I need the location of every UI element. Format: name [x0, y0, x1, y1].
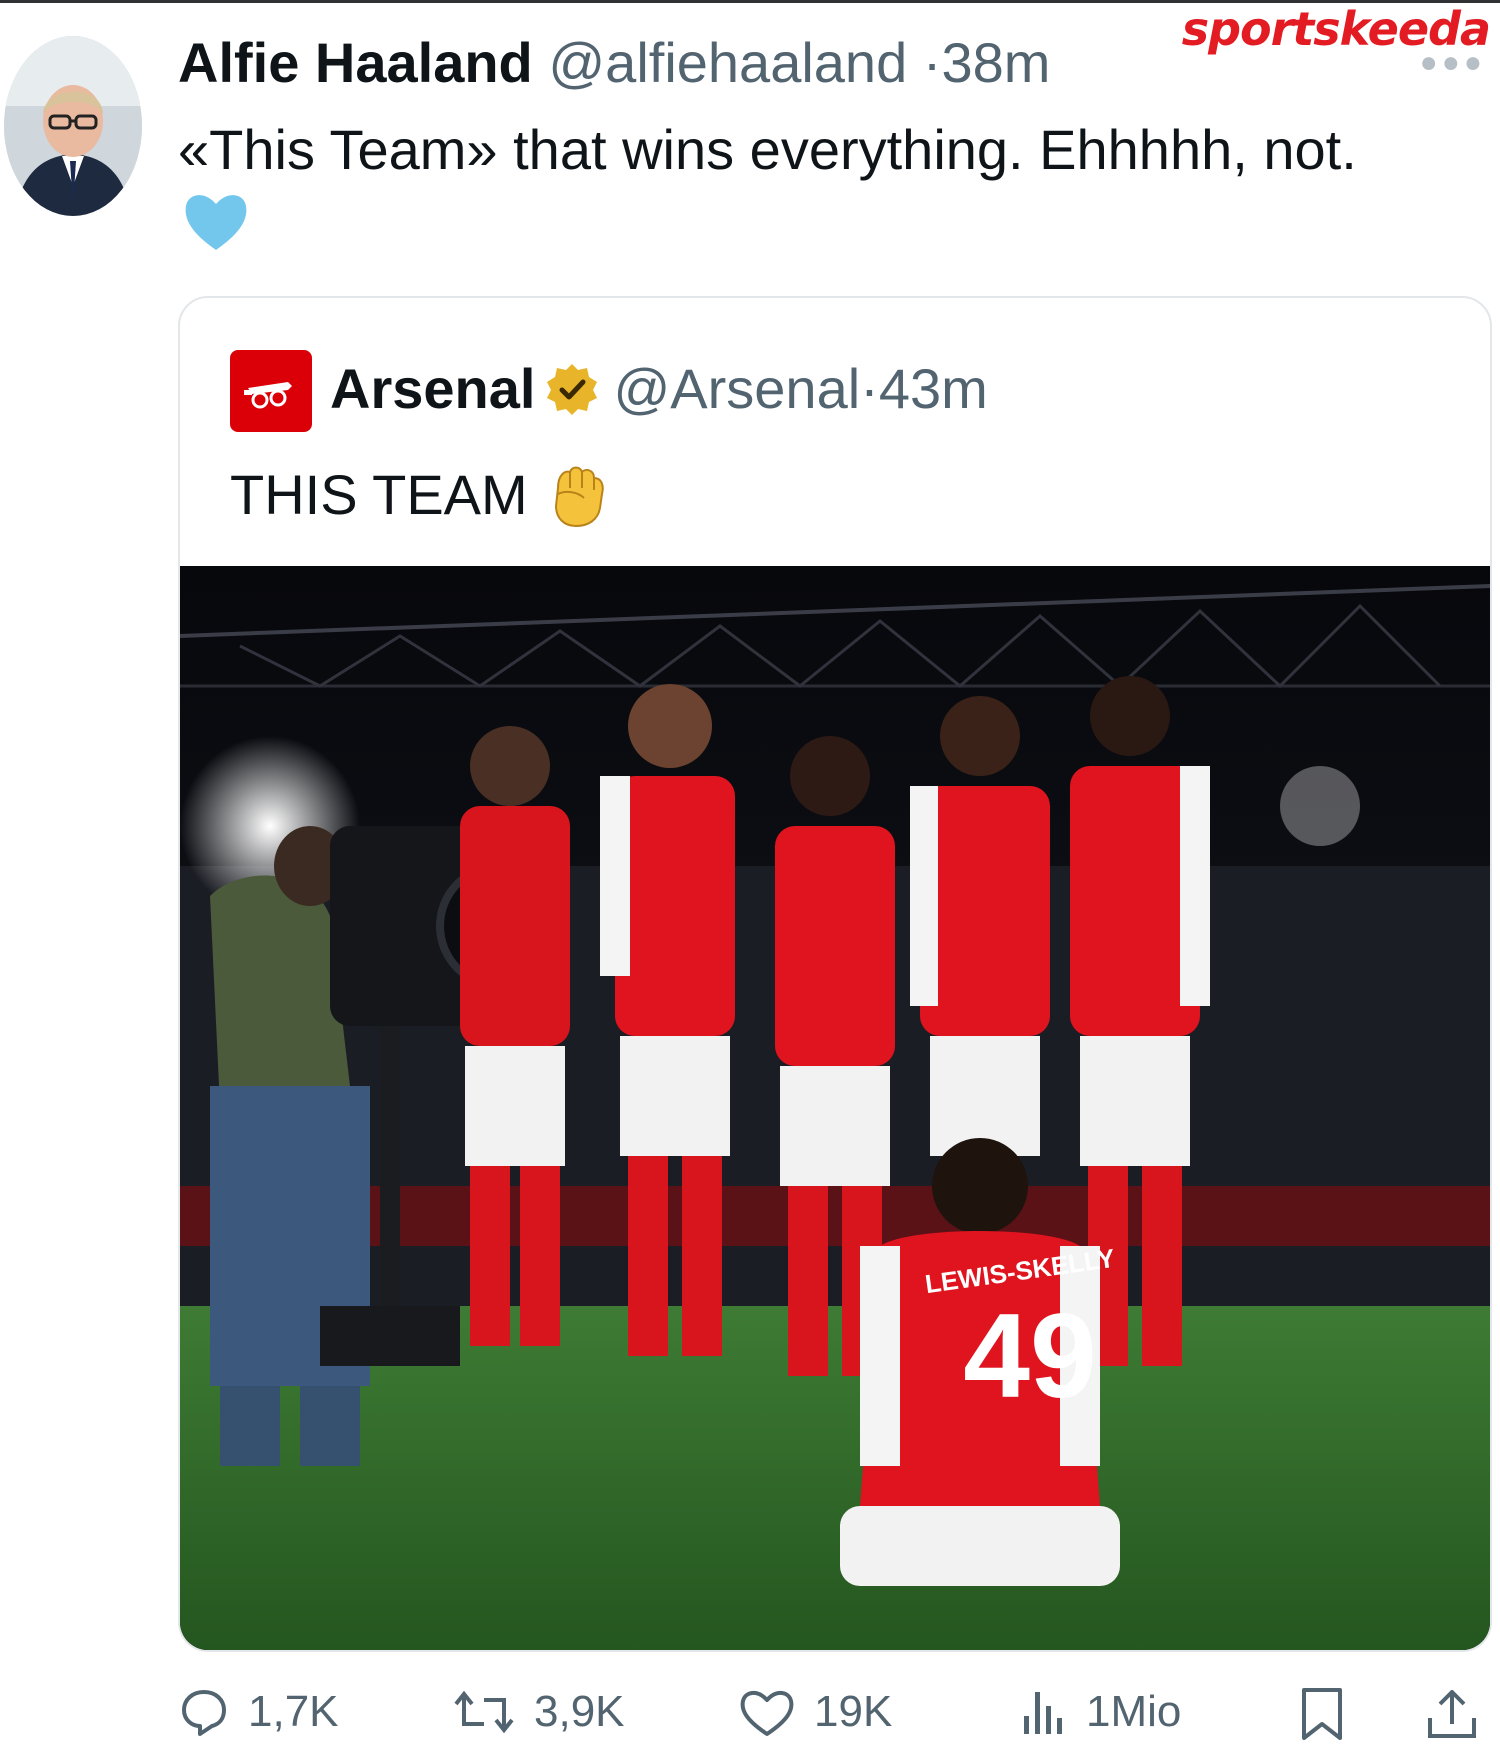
author-name[interactable]: Alfie Haaland [178, 31, 533, 94]
reply-count: 1,7K [248, 1687, 339, 1736]
retweet-icon [454, 1690, 514, 1734]
quoted-separator-dot: · [860, 357, 879, 420]
views-count: 1Mio [1086, 1687, 1182, 1736]
views-button[interactable]: 1Mio [1016, 1686, 1181, 1738]
quoted-author-name[interactable]: Arsenal [330, 357, 535, 420]
avatar[interactable] [4, 36, 142, 216]
gold-verified-badge-icon [547, 364, 598, 415]
reply-icon [182, 1690, 226, 1736]
retweet-count: 3,9K [534, 1687, 625, 1736]
light-blue-heart-icon [185, 195, 247, 250]
quoted-author[interactable]: Arsenal @Arsenal·43m [330, 356, 988, 422]
reply-button[interactable]: 1,7K [178, 1686, 339, 1738]
heart-outline-icon [740, 1691, 794, 1736]
stadium-scene [180, 566, 1490, 1650]
tweet-text: «This Team» that wins everything. Ehhhhh… [178, 118, 1357, 181]
quoted-tweet-card[interactable]: Arsenal @Arsenal·43m THIS TEAM LEWIS-SKE… [178, 296, 1492, 1652]
like-button[interactable]: 19K [738, 1686, 892, 1738]
tweet-action-bar: 1,7K 3,9K 19K 1Mio [0, 1686, 1500, 1750]
share-button[interactable] [1424, 1686, 1480, 1747]
quoted-tweet-time[interactable]: 43m [879, 357, 988, 420]
arsenal-logo[interactable] [230, 350, 312, 432]
team-celebration-photo[interactable]: LEWIS-SKELLY 49 [180, 566, 1490, 1650]
bookmark-button[interactable] [1296, 1686, 1348, 1747]
cannon-icon [244, 382, 292, 409]
quoted-author-handle[interactable]: @Arsenal [613, 357, 860, 420]
tweet-author[interactable]: Alfie Haaland @alfiehaaland ·38m [178, 30, 1050, 96]
retweet-button[interactable]: 3,9K [452, 1686, 625, 1738]
raised-fist-icon [554, 466, 604, 528]
quoted-tweet-text: THIS TEAM [230, 458, 614, 528]
quoted-tweet-text-label: THIS TEAM [230, 463, 528, 526]
separator-dot: · [922, 31, 942, 94]
avatar-portrait [4, 36, 142, 216]
jersey-number: 49 [963, 1289, 1097, 1423]
like-count: 19K [814, 1687, 893, 1736]
bookmark-icon [1302, 1688, 1342, 1740]
share-icon [1428, 1690, 1476, 1738]
views-chart-icon [1024, 1692, 1062, 1734]
more-options-icon[interactable]: ●●● [1420, 46, 1486, 80]
author-handle[interactable]: @alfiehaaland [548, 31, 907, 94]
tweet-time[interactable]: 38m [941, 31, 1050, 94]
